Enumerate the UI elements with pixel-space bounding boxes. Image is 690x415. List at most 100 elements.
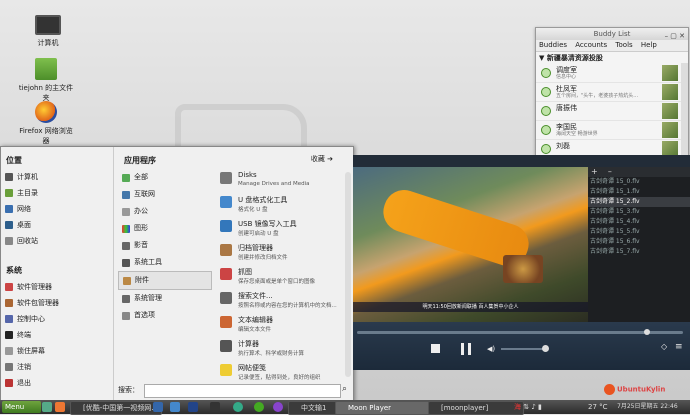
menu-scrollbar[interactable] bbox=[345, 172, 351, 377]
desktop-icon-computer[interactable]: 计算机 bbox=[18, 12, 78, 48]
system-lock-screen[interactable]: 锁住屏幕 bbox=[1, 343, 113, 359]
input-method-icon[interactable]: 海 bbox=[514, 403, 521, 411]
volume-icon[interactable]: ◀) bbox=[487, 345, 495, 353]
app-launcher-icon[interactable] bbox=[233, 402, 243, 412]
category-system-tools[interactable]: 系统工具 bbox=[118, 254, 212, 271]
app-archive-manager[interactable]: 归档管理器 创建并修改归档文件 bbox=[220, 241, 343, 265]
menu-icon[interactable]: ≡ bbox=[675, 342, 683, 352]
show-desktop-icon[interactable] bbox=[42, 402, 52, 412]
remove-button[interactable]: – bbox=[608, 167, 612, 176]
category-all[interactable]: 全部 bbox=[118, 169, 212, 186]
buddy-list-scrollbar[interactable] bbox=[681, 63, 688, 155]
buddy-row[interactable]: 李国民 海阔天空 畅游世界 bbox=[536, 121, 688, 140]
volume-icon[interactable]: ♪ bbox=[531, 403, 535, 411]
buddy-group-header[interactable]: ▼ 新疆暴清资源投股 bbox=[536, 52, 688, 64]
buddy-row[interactable]: 杜凤军 五个房间，"头牛，老婆孩子热炕头... bbox=[536, 83, 688, 102]
app-launcher-icon[interactable] bbox=[188, 402, 198, 412]
buddy-status: 五个房间，"头牛，老婆孩子热炕头... bbox=[556, 93, 639, 99]
app-launcher-icon[interactable] bbox=[254, 402, 264, 412]
app-calculator[interactable]: 计算器 执行算术、科学或财务计算 bbox=[220, 337, 343, 361]
buddy-row[interactable]: 唐振伟 bbox=[536, 102, 688, 121]
system-quit[interactable]: 退出 bbox=[1, 375, 113, 391]
menu-help[interactable]: Help bbox=[641, 41, 657, 49]
network-icon[interactable]: ⇅ bbox=[523, 403, 529, 411]
seek-bar[interactable] bbox=[357, 329, 683, 335]
playlist-item[interactable]: 古剑奇谭 15_7.flv bbox=[588, 247, 690, 257]
system-package-manager[interactable]: 软件包管理器 bbox=[1, 295, 113, 311]
clock[interactable]: 7月25日星期五 22:46 bbox=[617, 401, 678, 413]
seek-knob[interactable] bbox=[644, 329, 650, 335]
volume-slider[interactable] bbox=[501, 348, 545, 350]
category-graphics[interactable]: 图形 bbox=[118, 220, 212, 237]
desktop-icon-firefox[interactable]: Firefox 网络浏览器 bbox=[16, 101, 76, 146]
app-usb-format[interactable]: U 盘格式化工具 格式化 U 盘 bbox=[220, 193, 343, 217]
graphics-icon bbox=[122, 224, 130, 233]
place-home[interactable]: 主目录 bbox=[1, 185, 113, 201]
settings-icon[interactable]: ◇ bbox=[661, 342, 667, 351]
app-search-files[interactable]: 搜索文件... 按照名称或内容在您的计算机中的文档... bbox=[220, 289, 343, 313]
app-launcher-icon[interactable] bbox=[170, 402, 180, 412]
place-computer[interactable]: 计算机 bbox=[1, 169, 113, 185]
playlist-item[interactable]: 古剑奇谭 15_4.flv bbox=[588, 217, 690, 227]
window-controls[interactable]: – ▢ ✕ bbox=[665, 30, 685, 42]
playlist-item[interactable]: 古剑奇谭 15_5.flv bbox=[588, 227, 690, 237]
tray-icons[interactable]: 海 ⇅ ♪ ▮ bbox=[514, 401, 542, 413]
package-icon bbox=[5, 299, 13, 307]
player-titlebar[interactable] bbox=[353, 155, 690, 167]
app-screenshot[interactable]: 抓图 保存您桌面或是单个窗口的图像 bbox=[220, 265, 343, 289]
playlist-item[interactable]: 古剑奇谭 15_1.flv bbox=[588, 187, 690, 197]
taskbar-window-moonplayer-2[interactable]: [moonplayer] bbox=[428, 401, 524, 415]
app-launcher-icon[interactable] bbox=[153, 402, 163, 412]
battery-icon[interactable]: ▮ bbox=[538, 403, 542, 411]
category-preferences[interactable]: 首选项 bbox=[118, 307, 212, 324]
system-logout[interactable]: 注销 bbox=[1, 359, 113, 375]
menu-tools[interactable]: Tools bbox=[615, 41, 632, 49]
category-accessories[interactable]: 附件 bbox=[118, 271, 212, 290]
stop-button[interactable] bbox=[431, 344, 440, 353]
place-network[interactable]: 网络 bbox=[1, 201, 113, 217]
firefox-icon bbox=[35, 101, 57, 123]
category-label: 附件 bbox=[135, 276, 149, 284]
place-trash[interactable]: 回收站 bbox=[1, 233, 113, 249]
weather-temp[interactable]: 27 °C bbox=[588, 401, 608, 413]
taskbar-window-moonplayer[interactable]: Moon Player bbox=[335, 401, 437, 415]
app-sticky-notes[interactable]: 网帖便笺 记录便签，贴得到处，良好的组织 bbox=[220, 361, 343, 385]
add-button[interactable]: + bbox=[591, 167, 598, 176]
search-input[interactable] bbox=[144, 384, 341, 398]
app-name: U 盘格式化工具 bbox=[238, 196, 288, 204]
place-desktop[interactable]: 桌面 bbox=[1, 217, 113, 233]
system-control-center[interactable]: 控制中心 bbox=[1, 311, 113, 327]
favorites-button[interactable]: 收藏 ➔ bbox=[311, 154, 333, 164]
app-text-editor[interactable]: 文本编辑器 编辑文本文件 bbox=[220, 313, 343, 337]
pause-button[interactable] bbox=[461, 343, 472, 355]
desktop-icon-home[interactable]: tiejohn 的主文件夹 bbox=[16, 58, 76, 103]
firefox-launcher-icon[interactable] bbox=[55, 402, 65, 412]
menu-accounts[interactable]: Accounts bbox=[575, 41, 607, 49]
playlist-item[interactable]: 古剑奇谭 15_2.flv bbox=[588, 197, 690, 207]
menu-button[interactable]: Menu bbox=[2, 401, 41, 413]
volume-knob[interactable] bbox=[542, 345, 549, 352]
category-multimedia[interactable]: 影音 bbox=[118, 237, 212, 254]
system-terminal[interactable]: 终端 bbox=[1, 327, 113, 343]
app-desc: 保存您桌面或是单个窗口的图像 bbox=[238, 279, 316, 285]
system-label: 锁住屏幕 bbox=[17, 347, 45, 355]
app-launcher-icon[interactable] bbox=[273, 402, 283, 412]
category-internet[interactable]: 互联网 bbox=[118, 186, 212, 203]
buddy-list-titlebar[interactable]: Buddy List – ▢ ✕ bbox=[536, 28, 688, 40]
playlist-item[interactable]: 古剑奇谭 15_3.flv bbox=[588, 207, 690, 217]
category-office[interactable]: 办公 bbox=[118, 203, 212, 220]
app-usb-writer[interactable]: USB 镜像写入工具 创建可启动 U 盘 bbox=[220, 217, 343, 241]
buddy-row[interactable]: 调度室 信息中心 bbox=[536, 64, 688, 83]
system-software-manager[interactable]: 软件管理器 bbox=[1, 279, 113, 295]
playlist-item[interactable]: 古剑奇谭 15_6.flv bbox=[588, 237, 690, 247]
menu-buddies[interactable]: Buddies bbox=[539, 41, 567, 49]
category-administration[interactable]: 系统管理 bbox=[118, 290, 212, 307]
status-icon bbox=[541, 106, 551, 116]
playlist-item[interactable]: 古剑奇谭 15_0.flv bbox=[588, 177, 690, 187]
computer-icon bbox=[35, 15, 61, 35]
app-launcher-icon[interactable] bbox=[210, 402, 220, 412]
video-area[interactable]: 明天11:50回放新闻联播 百人集贺中小企人 bbox=[353, 167, 588, 322]
app-disks[interactable]: Disks Manage Drives and Media bbox=[220, 169, 343, 193]
taskbar-window-browser[interactable]: [优酷-中国第一视频网... bbox=[70, 401, 162, 415]
search-icon[interactable]: ⌕ bbox=[342, 384, 347, 394]
